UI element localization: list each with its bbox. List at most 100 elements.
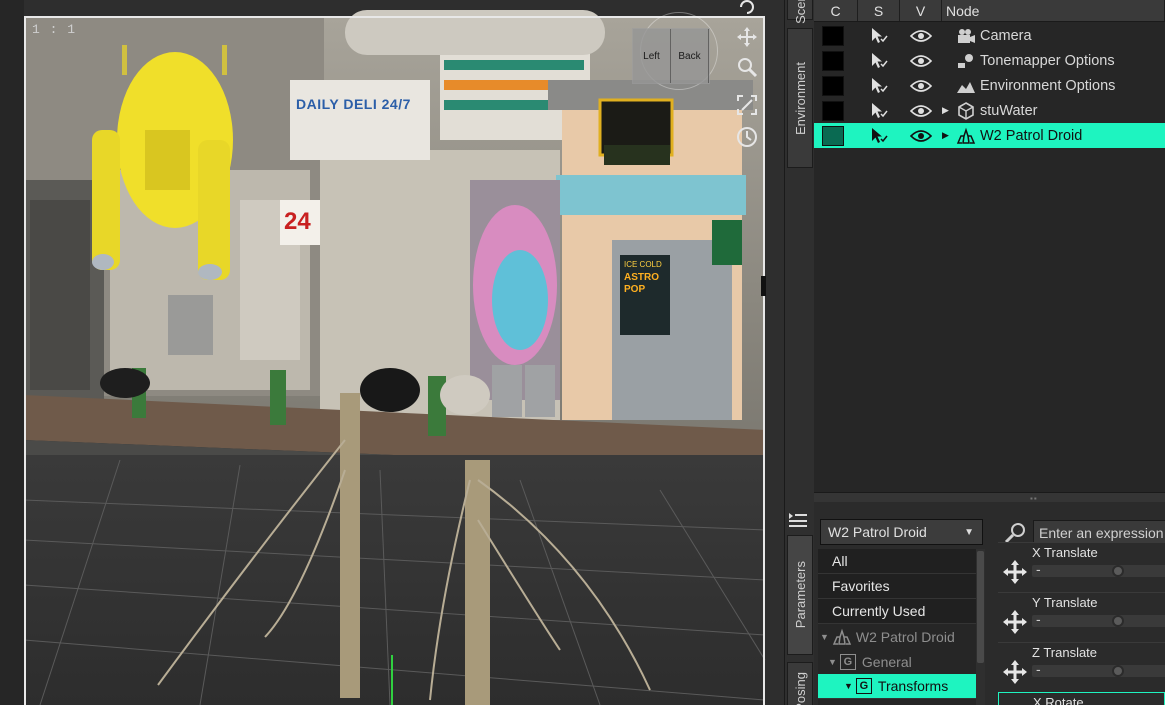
filter-favorites[interactable]: Favorites [818, 574, 976, 599]
collapse-arrow-icon[interactable]: ▼ [828, 657, 837, 667]
selectable-toggle[interactable] [858, 102, 900, 120]
side-tab-strip: Scene Environment Parameters Posing [784, 0, 814, 705]
tree-item-node[interactable]: ▼ W2 Patrol Droid [818, 624, 976, 649]
selectable-toggle[interactable] [858, 27, 900, 45]
group-icon: G [839, 653, 856, 670]
slider-knob[interactable] [1112, 565, 1124, 577]
pan-icon[interactable] [736, 26, 758, 48]
expand-arrow-icon[interactable]: ▶ [942, 105, 954, 116]
scene-node-row[interactable]: Tonemapper Options [814, 48, 1165, 73]
value-slider[interactable]: - [1032, 561, 1165, 577]
poster-top-text: ICE COLD [624, 260, 662, 269]
node-select-dropdown[interactable]: W2 Patrol Droid ▼ [820, 519, 983, 545]
frame-selection-icon[interactable] [736, 94, 758, 116]
scene-header-row: C S V Node [814, 0, 1165, 22]
view-cube[interactable]: Left Back [632, 28, 710, 84]
figure-icon [956, 127, 976, 145]
visibility-toggle[interactable] [900, 104, 942, 118]
property-row[interactable]: X Translate - [998, 542, 1165, 590]
node-label: Tonemapper Options [980, 52, 1115, 69]
property-label: Y Translate [1032, 595, 1098, 610]
zoom-icon[interactable] [736, 56, 758, 78]
tree-item-general[interactable]: ▼ G General [818, 649, 976, 674]
color-swatch[interactable] [822, 125, 844, 146]
figure-icon [832, 628, 852, 646]
selectable-toggle[interactable] [858, 77, 900, 95]
visibility-toggle[interactable] [900, 29, 942, 43]
visibility-toggle[interactable] [900, 54, 942, 68]
color-swatch[interactable] [822, 25, 844, 46]
property-group-list: All Favorites Currently Used ▼ W2 Patrol… [818, 549, 976, 705]
chevron-down-icon: ▼ [964, 527, 974, 538]
collapse-arrow-icon[interactable]: ▼ [820, 632, 829, 642]
move-arrows-icon[interactable] [1002, 609, 1028, 635]
visibility-toggle[interactable] [900, 129, 942, 143]
value-slider[interactable]: - [1032, 661, 1165, 677]
slider-knob[interactable] [1112, 665, 1124, 677]
tab-parameters[interactable]: Parameters [787, 535, 813, 655]
selectable-toggle[interactable] [858, 52, 900, 70]
node-label: W2 Patrol Droid [980, 127, 1083, 144]
viewport-splitter-handle[interactable] [761, 276, 766, 296]
panel-splitter[interactable]: ▪▪ [814, 492, 1165, 503]
property-row[interactable]: Z Translate - [998, 642, 1165, 690]
column-header-c[interactable]: C [814, 0, 858, 21]
search-icon[interactable] [1004, 522, 1028, 544]
cursor-arrow-icon [872, 102, 888, 118]
node-label: Camera [980, 27, 1032, 44]
tree-item-transforms[interactable]: ▼ G Transforms [818, 674, 976, 699]
column-header-s[interactable]: S [858, 0, 900, 21]
property-row[interactable]: X Rotate [998, 692, 1165, 705]
color-swatch[interactable] [822, 75, 844, 96]
rotate-view-icon[interactable] [736, 126, 758, 148]
eye-icon [910, 54, 932, 67]
tab-environment[interactable]: Environment [787, 28, 813, 168]
eye-icon [910, 129, 932, 142]
number-sign-text: 24 [284, 208, 311, 235]
scene-node-row[interactable]: Environment Options [814, 73, 1165, 98]
camera-icon [956, 27, 976, 45]
node-label: stuWater [980, 102, 1038, 119]
color-swatch[interactable] [822, 100, 844, 121]
collapse-arrow-icon[interactable]: ▼ [844, 681, 853, 691]
scrollbar-thumb[interactable] [977, 551, 984, 663]
value-slider[interactable]: - [1032, 611, 1165, 627]
group-icon: G [855, 678, 872, 694]
poster-main-text: ASTRO POP [624, 272, 659, 295]
panel-menu-icon[interactable] [787, 510, 809, 530]
cursor-arrow-icon [872, 27, 888, 43]
expand-arrow-icon[interactable]: ▶ [942, 130, 954, 141]
selectable-toggle[interactable] [858, 127, 900, 145]
list-scrollbar[interactable] [976, 549, 985, 705]
node-label: Environment Options [980, 77, 1116, 94]
cursor-arrow-icon [872, 52, 888, 68]
cursor-arrow-icon [872, 77, 888, 93]
environment-icon [956, 77, 976, 95]
viewport-left-strip [0, 0, 24, 705]
cube-icon [956, 101, 976, 120]
column-header-node[interactable]: Node [942, 0, 1165, 21]
deli-sign-text: DAILY DELI 24/7 [296, 96, 411, 112]
column-header-v[interactable]: V [900, 0, 942, 21]
move-arrows-icon[interactable] [1002, 559, 1028, 585]
scene-node-row-selected[interactable]: ▶ W2 Patrol Droid [814, 123, 1165, 148]
tonemapper-icon [956, 52, 976, 70]
color-swatch[interactable] [822, 50, 844, 71]
scene-node-row[interactable]: Camera [814, 23, 1165, 48]
3d-viewport[interactable]: 1 : 1 DAILY DELI 24/7 24 ICE COLD ASTRO … [0, 0, 784, 705]
move-arrows-icon[interactable] [1002, 659, 1028, 685]
view-cube-left-face[interactable]: Left [633, 29, 671, 83]
property-row[interactable]: Y Translate - [998, 592, 1165, 640]
visibility-toggle[interactable] [900, 79, 942, 93]
view-cube-back-face[interactable]: Back [671, 29, 709, 83]
slider-knob[interactable] [1112, 615, 1124, 627]
orbit-icon[interactable] [736, 0, 758, 18]
filter-all[interactable]: All [818, 549, 976, 574]
zoom-ratio-label: 1 : 1 [32, 22, 77, 37]
property-label: X Rotate [1033, 695, 1084, 705]
tab-scene[interactable]: Scene [787, 0, 813, 23]
scene-node-row[interactable]: ▶ stuWater [814, 98, 1165, 123]
tab-posing[interactable]: Posing [787, 662, 813, 705]
filter-currently-used[interactable]: Currently Used [818, 599, 976, 624]
eye-icon [910, 29, 932, 42]
